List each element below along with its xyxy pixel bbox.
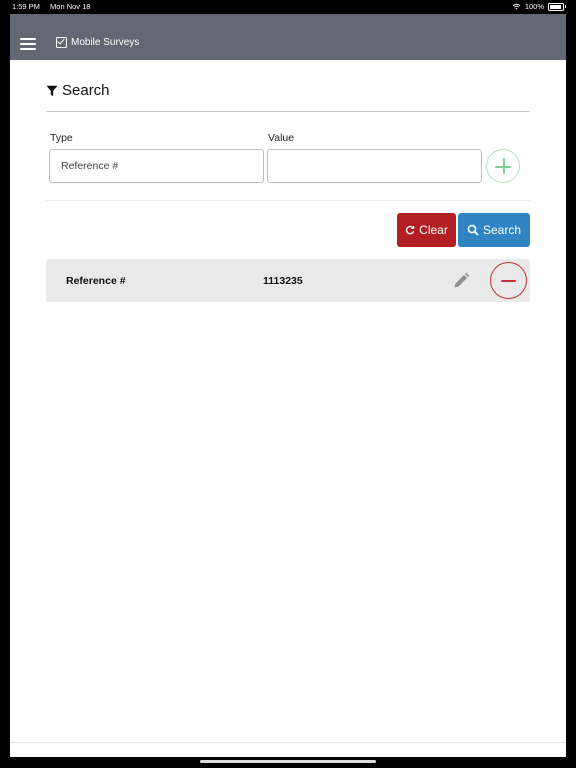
app-title[interactable]: Mobile Surveys xyxy=(56,37,139,48)
search-button-label: Search xyxy=(482,223,522,237)
section-divider xyxy=(46,200,530,201)
minus-icon[interactable] xyxy=(490,262,527,299)
clear-button[interactable]: Clear xyxy=(397,213,456,247)
home-indicator[interactable] xyxy=(200,760,376,763)
type-label: Type xyxy=(50,132,73,144)
value-label: Value xyxy=(268,132,295,144)
value-input[interactable] xyxy=(267,149,482,183)
bottom-divider xyxy=(10,742,566,743)
wifi-icon xyxy=(512,3,521,10)
filter-icon xyxy=(46,85,58,96)
search-button[interactable]: Search xyxy=(458,213,530,247)
criteria-value: 1113235 xyxy=(263,275,303,287)
status-date: Mon Nov 18 xyxy=(50,2,91,11)
heading-divider xyxy=(46,111,530,112)
checkbox-icon xyxy=(56,37,67,48)
search-heading: Search xyxy=(46,82,110,99)
menu-icon[interactable] xyxy=(20,38,36,50)
add-criteria-button[interactable] xyxy=(486,149,520,183)
type-select-value: Reference # xyxy=(61,160,119,172)
navbar: Mobile Surveys xyxy=(10,14,566,60)
refresh-icon xyxy=(406,225,415,235)
content-area: Search Type Value Reference # Clear Sear… xyxy=(10,60,566,757)
search-heading-label: Search xyxy=(62,82,110,99)
battery-percent: 100% xyxy=(524,2,544,11)
type-select[interactable]: Reference # xyxy=(49,149,264,183)
criteria-row: Reference # 1113235 xyxy=(46,259,530,302)
status-bar: 1:59 PM Mon Nov 18 100% xyxy=(0,0,576,14)
clear-button-label: Clear xyxy=(419,223,448,237)
pencil-icon[interactable] xyxy=(451,271,471,291)
search-icon xyxy=(467,224,479,236)
app-title-label: Mobile Surveys xyxy=(71,37,140,48)
criteria-type: Reference # xyxy=(66,275,126,287)
status-time: 1:59 PM xyxy=(12,2,40,11)
battery-icon xyxy=(548,2,566,11)
